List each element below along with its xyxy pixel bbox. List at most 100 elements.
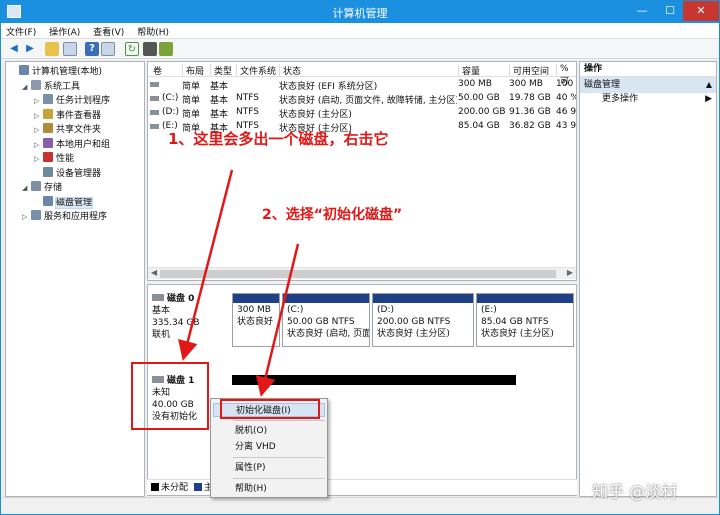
col-volume[interactable]: 卷	[150, 64, 180, 77]
scroll-right-icon[interactable]: ▶	[567, 268, 573, 277]
tree-node-icon	[43, 195, 53, 206]
partition-c[interactable]: (C:) 50.00 GB NTFS 状态良好 (启动, 页面	[282, 293, 370, 347]
tree-item[interactable]: ◢ 存储	[22, 181, 62, 195]
volume-row[interactable]: (D:) 简单 基本 NTFS 状态良好 (主分区) 200.00 GB 91.36 GB 4…	[148, 106, 576, 120]
partition-status: 状态良好 (主分区)	[377, 329, 450, 339]
drive-icon	[150, 124, 159, 129]
minimize-button[interactable]: —	[628, 1, 656, 21]
legend-primary-swatch	[193, 483, 202, 491]
volume-row[interactable]: 简单 基本 状态良好 (EFI 系统分区) 300 MB 300 MB 100	[148, 78, 576, 92]
partition-bar	[233, 294, 279, 303]
col-type[interactable]: 类型	[210, 64, 234, 77]
menu-action[interactable]: 操作(A)	[44, 23, 85, 40]
tree-item[interactable]: ▷ 服务和应用程序	[22, 210, 107, 224]
tree-item[interactable]: 设备管理器	[34, 166, 101, 181]
legend-unallocated: 未分配	[161, 483, 189, 493]
tree-item[interactable]: ▷ 性能	[34, 152, 74, 166]
tree-item[interactable]: 磁盘管理	[34, 195, 94, 210]
disk1-unallocated-bar[interactable]	[232, 375, 516, 385]
col-status[interactable]: 状态	[279, 64, 457, 77]
tree-expand-icon[interactable]: ▷	[34, 152, 43, 166]
tree-expand-icon[interactable]: ▷	[34, 109, 43, 123]
tree-node-icon	[43, 152, 53, 162]
tree-expand-icon[interactable]: ▷	[34, 94, 43, 108]
actions-pane: 操作 磁盘管理 ▲ 更多操作 ▶	[579, 61, 717, 497]
menu-separator	[233, 457, 325, 458]
show-tree-icon[interactable]	[63, 42, 77, 56]
actions-section-label: 磁盘管理	[584, 80, 621, 90]
back-arrow-icon[interactable]: ◀	[7, 42, 21, 56]
col-filesystem[interactable]: 文件系统	[236, 64, 278, 77]
volume-cell: NTFS	[236, 93, 259, 103]
tree-node-icon	[43, 94, 53, 104]
tree-item[interactable]: 计算机管理(本地)	[10, 65, 102, 79]
tree-expand-icon[interactable]: ▷	[34, 138, 43, 152]
annotation-step1: 1、这里会多出一个磁盘，右击它	[168, 130, 389, 148]
collapse-up-icon[interactable]: ▲	[706, 77, 712, 93]
tree-item[interactable]: ▷ 任务计划程序	[34, 94, 110, 108]
drive-icon	[150, 82, 159, 87]
tree-item[interactable]: ▷ 事件查看器	[34, 108, 102, 123]
toolbar: ◀ ▶ ? ↻	[1, 39, 719, 59]
help-icon[interactable]: ?	[85, 42, 99, 56]
tree-expand-icon[interactable]: ▷	[34, 123, 43, 137]
tree-item[interactable]: ▷ 本地用户和组	[34, 137, 110, 152]
tree-node-icon	[19, 65, 29, 75]
tree-item-label: 事件查看器	[56, 110, 102, 121]
volume-list-header: 卷 布局 类型 文件系统 状态 容量 可用空间 % 可	[148, 62, 576, 87]
tree-item-label: 系统工具	[44, 81, 81, 92]
partition-size: 85.04 GB NTFS	[481, 317, 549, 327]
volume-cell: 基本	[210, 96, 229, 106]
menu-help[interactable]: 帮助(H)	[132, 23, 174, 40]
disk0-label[interactable]: 磁盘 0 基本 335.34 GB 联机	[152, 293, 200, 341]
volume-cell-name: (D:)	[162, 107, 179, 117]
disk-icon	[152, 294, 164, 301]
tree-expand-icon[interactable]: ◢	[22, 80, 31, 94]
watermark: 知乎 @淡村	[592, 482, 678, 501]
view-pane-icon[interactable]	[101, 42, 115, 56]
menu-file[interactable]: 文件(F)	[1, 23, 41, 40]
refresh-icon[interactable]: ↻	[125, 42, 139, 56]
scroll-left-icon[interactable]: ◀	[151, 268, 157, 277]
col-free-space[interactable]: 可用空间	[509, 64, 555, 77]
menu-detach-vhd[interactable]: 分离 VHD	[213, 440, 325, 454]
tree-expand-icon[interactable]: ▷	[22, 210, 31, 224]
tree-expand-icon[interactable]: ◢	[22, 181, 31, 195]
volume-cell: 50.00 GB	[458, 93, 500, 103]
menu-help-item[interactable]: 帮助(H)	[213, 482, 325, 496]
volume-row[interactable]: (C:) 简单 基本 NTFS 状态良好 (启动, 页面文件, 故障转储, 主分区) 50…	[148, 92, 576, 106]
volume-cell: 基本	[210, 82, 229, 92]
disk0-name: 磁盘 0	[167, 294, 195, 304]
actions-section-disk-management[interactable]: 磁盘管理 ▲	[580, 77, 716, 93]
col-layout[interactable]: 布局	[182, 64, 208, 77]
scroll-thumb[interactable]	[160, 270, 556, 278]
menu-offline[interactable]: 脱机(O)	[213, 424, 325, 438]
tree-node-icon	[31, 210, 41, 220]
settings-icon[interactable]	[159, 42, 173, 56]
maximize-button[interactable]: ☐	[656, 1, 684, 21]
up-folder-icon[interactable]	[45, 42, 59, 56]
partition-d[interactable]: (D:) 200.00 GB NTFS 状态良好 (主分区)	[372, 293, 474, 347]
col-capacity[interactable]: 容量	[458, 64, 508, 77]
partition-bar	[373, 294, 473, 303]
title-bar[interactable]: 计算机管理 — ☐ ✕	[1, 1, 719, 23]
tree-item[interactable]: ▷ 共享文件夹	[34, 123, 101, 137]
forward-arrow-icon[interactable]: ▶	[23, 42, 37, 56]
menu-properties[interactable]: 属性(P)	[213, 461, 325, 475]
volume-cell: 状态良好 (EFI 系统分区)	[279, 82, 378, 92]
more-actions-item[interactable]: 更多操作 ▶	[580, 93, 716, 106]
partition-e[interactable]: (E:) 85.04 GB NTFS 状态良好 (主分区)	[476, 293, 574, 347]
volume-cell: 200.00 GB	[458, 107, 506, 117]
tree-node-icon	[43, 123, 53, 133]
tree-node-icon	[43, 137, 53, 148]
partition-efi[interactable]: 300 MB 状态良好	[232, 293, 280, 347]
horizontal-scrollbar[interactable]: ◀ ▶	[148, 267, 576, 279]
properties-icon[interactable]	[143, 42, 157, 56]
close-button[interactable]: ✕	[683, 1, 719, 21]
menu-view[interactable]: 查看(V)	[88, 23, 129, 40]
window-title: 计算机管理	[332, 7, 388, 20]
navigation-tree: 计算机管理(本地) ◢ 系统工具 ▷ 任务计划程序 ▷ 事件查看器 ▷ 共享文件夹 ▷ 本地用户和组…	[5, 61, 145, 497]
partition-status: 状态良好 (主分区)	[481, 329, 554, 339]
tree-item[interactable]: ◢ 系统工具	[22, 79, 81, 94]
col-percent-free[interactable]: % 可	[556, 64, 576, 87]
